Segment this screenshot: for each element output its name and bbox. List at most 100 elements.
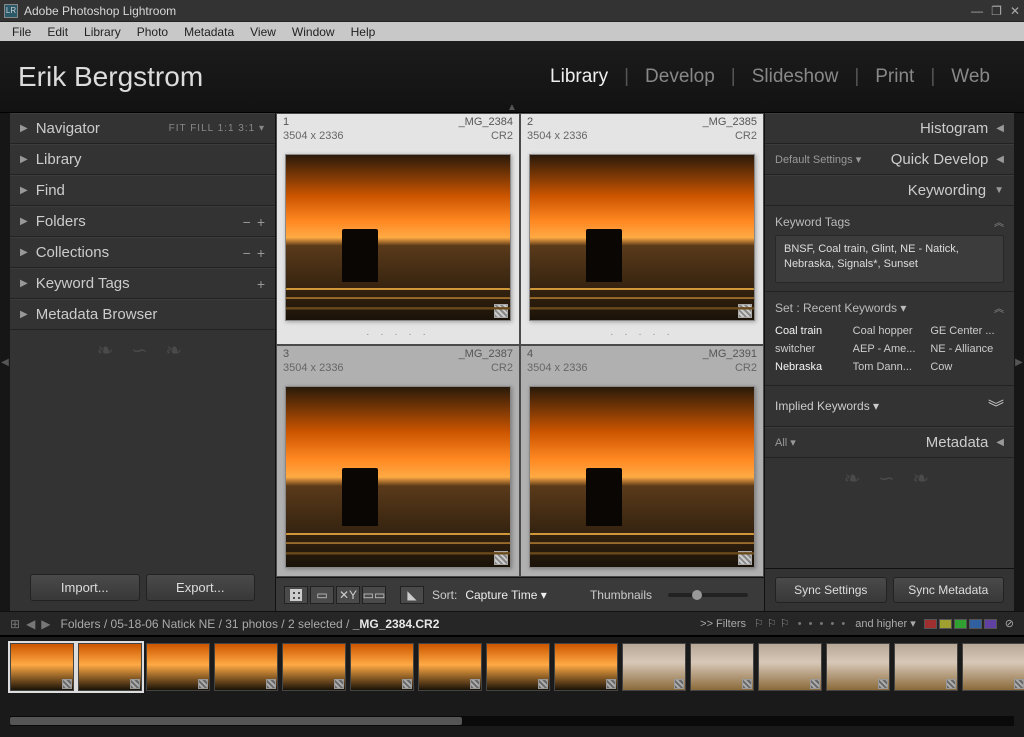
filmstrip-thumb[interactable]: [622, 643, 686, 691]
thumbnail-image[interactable]: [285, 386, 511, 568]
remove-collection-icon[interactable]: −: [243, 245, 251, 261]
color-swatch[interactable]: [924, 619, 937, 629]
recent-keyword[interactable]: Tom Dann...: [853, 361, 927, 373]
panel-keyword-tags[interactable]: ▶ Keyword Tags +: [10, 268, 275, 299]
sync-settings-button[interactable]: Sync Settings: [775, 577, 887, 603]
filmstrip-thumb[interactable]: [350, 643, 414, 691]
recent-keyword[interactable]: GE Center ...: [930, 325, 1004, 337]
collapse-top-icon[interactable]: ▲: [507, 102, 517, 113]
filmstrip-thumb[interactable]: [486, 643, 550, 691]
export-button[interactable]: Export...: [146, 574, 256, 601]
expand-icon[interactable]: ︾: [988, 394, 1004, 418]
breadcrumb-path[interactable]: Folders / 05-18-06 Natick NE / 31 photos…: [61, 617, 440, 631]
filmstrip-thumb[interactable]: [962, 643, 1024, 691]
star-filter[interactable]: • • • • •: [798, 618, 847, 630]
remove-folder-icon[interactable]: −: [243, 214, 251, 230]
filters-toggle[interactable]: >> Filters: [700, 618, 746, 630]
grid-cell[interactable]: 3_MG_23873504 x 2336CR2: [276, 345, 520, 577]
keyword-set-dropdown[interactable]: Set : Recent Keywords ▾: [775, 301, 906, 315]
import-button[interactable]: Import...: [30, 574, 140, 601]
metadata-preset-dropdown[interactable]: All ▾: [775, 436, 796, 449]
menu-library[interactable]: Library: [76, 25, 129, 39]
menu-view[interactable]: View: [242, 25, 284, 39]
loupe-view-button[interactable]: ▭: [310, 586, 334, 604]
module-slideshow[interactable]: Slideshow: [736, 66, 855, 88]
collapse-left-icon[interactable]: ◀: [0, 113, 10, 611]
collapse-right-icon[interactable]: ▶: [1014, 113, 1024, 611]
panel-folders[interactable]: ▶ Folders −+: [10, 206, 275, 237]
filmstrip-thumb[interactable]: [282, 643, 346, 691]
sync-metadata-button[interactable]: Sync Metadata: [893, 577, 1005, 603]
filmstrip-thumb[interactable]: [554, 643, 618, 691]
menu-window[interactable]: Window: [284, 25, 343, 39]
recent-keyword[interactable]: NE - Alliance: [930, 343, 1004, 355]
sort-dropdown[interactable]: Capture Time ▾: [465, 588, 546, 602]
menu-file[interactable]: File: [4, 25, 39, 39]
add-keyword-icon[interactable]: +: [257, 276, 265, 292]
color-swatch[interactable]: [954, 619, 967, 629]
menu-help[interactable]: Help: [343, 25, 384, 39]
qd-preset-dropdown[interactable]: Default Settings ▾: [775, 153, 861, 166]
filmstrip-scrollbar[interactable]: [10, 716, 1014, 726]
nav-forward-icon[interactable]: ▶: [41, 617, 50, 631]
module-web[interactable]: Web: [935, 66, 1006, 88]
minimize-button[interactable]: —: [971, 4, 983, 18]
recent-keyword[interactable]: Cow: [930, 361, 1004, 373]
filmstrip-thumb[interactable]: [826, 643, 890, 691]
panel-library[interactable]: ▶ Library: [10, 144, 275, 175]
filmstrip-thumb[interactable]: [758, 643, 822, 691]
module-library[interactable]: Library: [534, 66, 624, 88]
rating-mode-dropdown[interactable]: and higher ▾: [855, 617, 916, 630]
painter-tool-button[interactable]: ◣: [400, 586, 424, 604]
thumbnail-size-slider[interactable]: [668, 593, 748, 597]
filmstrip-thumb[interactable]: [10, 643, 74, 691]
panel-metadata-browser[interactable]: ▶ Metadata Browser: [10, 299, 275, 330]
flag-filter-icon[interactable]: ⚐ ⚐ ⚐: [754, 617, 790, 630]
menu-photo[interactable]: Photo: [129, 25, 176, 39]
navigator-zoom-options[interactable]: FIT FILL 1:1 3:1 ▾: [169, 123, 265, 134]
recent-keyword[interactable]: Coal hopper: [853, 325, 927, 337]
grid-cell[interactable]: 2_MG_23853504 x 2336CR2· · · · ·: [520, 113, 764, 345]
panel-metadata[interactable]: All ▾ Metadata ◀: [765, 427, 1014, 458]
color-swatch[interactable]: [969, 619, 982, 629]
nav-back-icon[interactable]: ◀: [26, 617, 35, 631]
implied-keywords-section[interactable]: Implied Keywords ▾ ︾: [765, 386, 1014, 427]
close-button[interactable]: ✕: [1010, 4, 1020, 18]
panel-keywording[interactable]: Keywording ▼: [765, 175, 1014, 206]
grid-cell[interactable]: 4_MG_23913504 x 2336CR2: [520, 345, 764, 577]
color-swatch[interactable]: [939, 619, 952, 629]
collapse-icon[interactable]: ︽: [994, 214, 1004, 229]
filmstrip-thumb[interactable]: [690, 643, 754, 691]
menu-edit[interactable]: Edit: [39, 25, 76, 39]
grid-view-button[interactable]: [284, 586, 308, 604]
grid-cell[interactable]: 1_MG_23843504 x 2336CR2· · · · ·: [276, 113, 520, 345]
panel-find[interactable]: ▶ Find: [10, 175, 275, 206]
filter-lock-icon[interactable]: ⊘: [1005, 617, 1014, 630]
panel-navigator[interactable]: ▶ Navigator FIT FILL 1:1 3:1 ▾: [10, 113, 275, 144]
module-develop[interactable]: Develop: [629, 66, 731, 88]
filmstrip[interactable]: [0, 636, 1024, 716]
recent-keyword[interactable]: Nebraska: [775, 361, 849, 373]
survey-view-button[interactable]: ▭▭: [362, 586, 386, 604]
grid-toggle-icon[interactable]: ⊞: [10, 617, 20, 631]
rating-dots[interactable]: · · · · ·: [521, 329, 763, 344]
recent-keyword[interactable]: AEP - Ame...: [853, 343, 927, 355]
compare-view-button[interactable]: ✕Y: [336, 586, 360, 604]
keyword-tags-field[interactable]: BNSF, Coal train, Glint, NE - Natick, Ne…: [775, 235, 1004, 283]
panel-quick-develop[interactable]: Default Settings ▾ Quick Develop ◀: [765, 144, 1014, 175]
rating-dots[interactable]: · · · · ·: [277, 329, 519, 344]
module-print[interactable]: Print: [859, 66, 930, 88]
filmstrip-thumb[interactable]: [418, 643, 482, 691]
menu-metadata[interactable]: Metadata: [176, 25, 242, 39]
thumbnail-image[interactable]: [529, 154, 755, 321]
filmstrip-thumb[interactable]: [214, 643, 278, 691]
add-folder-icon[interactable]: +: [257, 214, 265, 230]
collapse-icon[interactable]: ︽: [994, 300, 1004, 315]
implied-keywords-dropdown[interactable]: Implied Keywords ▾: [775, 399, 879, 413]
thumbnail-image[interactable]: [285, 154, 511, 321]
filmstrip-thumb[interactable]: [78, 643, 142, 691]
maximize-button[interactable]: ❐: [991, 4, 1002, 18]
thumbnail-image[interactable]: [529, 386, 755, 568]
add-collection-icon[interactable]: +: [257, 245, 265, 261]
recent-keyword[interactable]: Coal train: [775, 325, 849, 337]
